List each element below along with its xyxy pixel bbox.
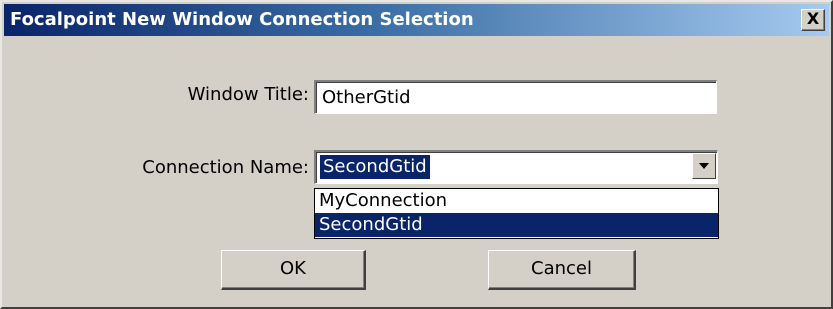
cancel-button[interactable]: Cancel <box>488 250 636 290</box>
window-title-input[interactable] <box>314 80 717 114</box>
connection-name-combobox[interactable]: SecondGtid <box>314 150 718 184</box>
chevron-down-icon <box>699 163 709 169</box>
window-title: Focalpoint New Window Connection Selecti… <box>10 9 474 30</box>
connection-dropdown-list: MyConnection SecondGtid <box>314 188 719 239</box>
dropdown-option-secondgtid[interactable]: SecondGtid <box>315 213 718 237</box>
title-bar[interactable]: Focalpoint New Window Connection Selecti… <box>4 4 829 36</box>
close-icon: X <box>806 9 820 28</box>
dropdown-option-myconnection[interactable]: MyConnection <box>315 189 718 213</box>
ok-button[interactable]: OK <box>221 250 366 290</box>
close-button[interactable]: X <box>801 9 825 31</box>
dropdown-button[interactable] <box>692 153 716 179</box>
connection-name-label: Connection Name: <box>142 157 309 178</box>
dialog-window: Focalpoint New Window Connection Selecti… <box>0 0 833 309</box>
window-title-label: Window Title: <box>187 84 309 105</box>
connection-name-value: SecondGtid <box>319 154 431 180</box>
